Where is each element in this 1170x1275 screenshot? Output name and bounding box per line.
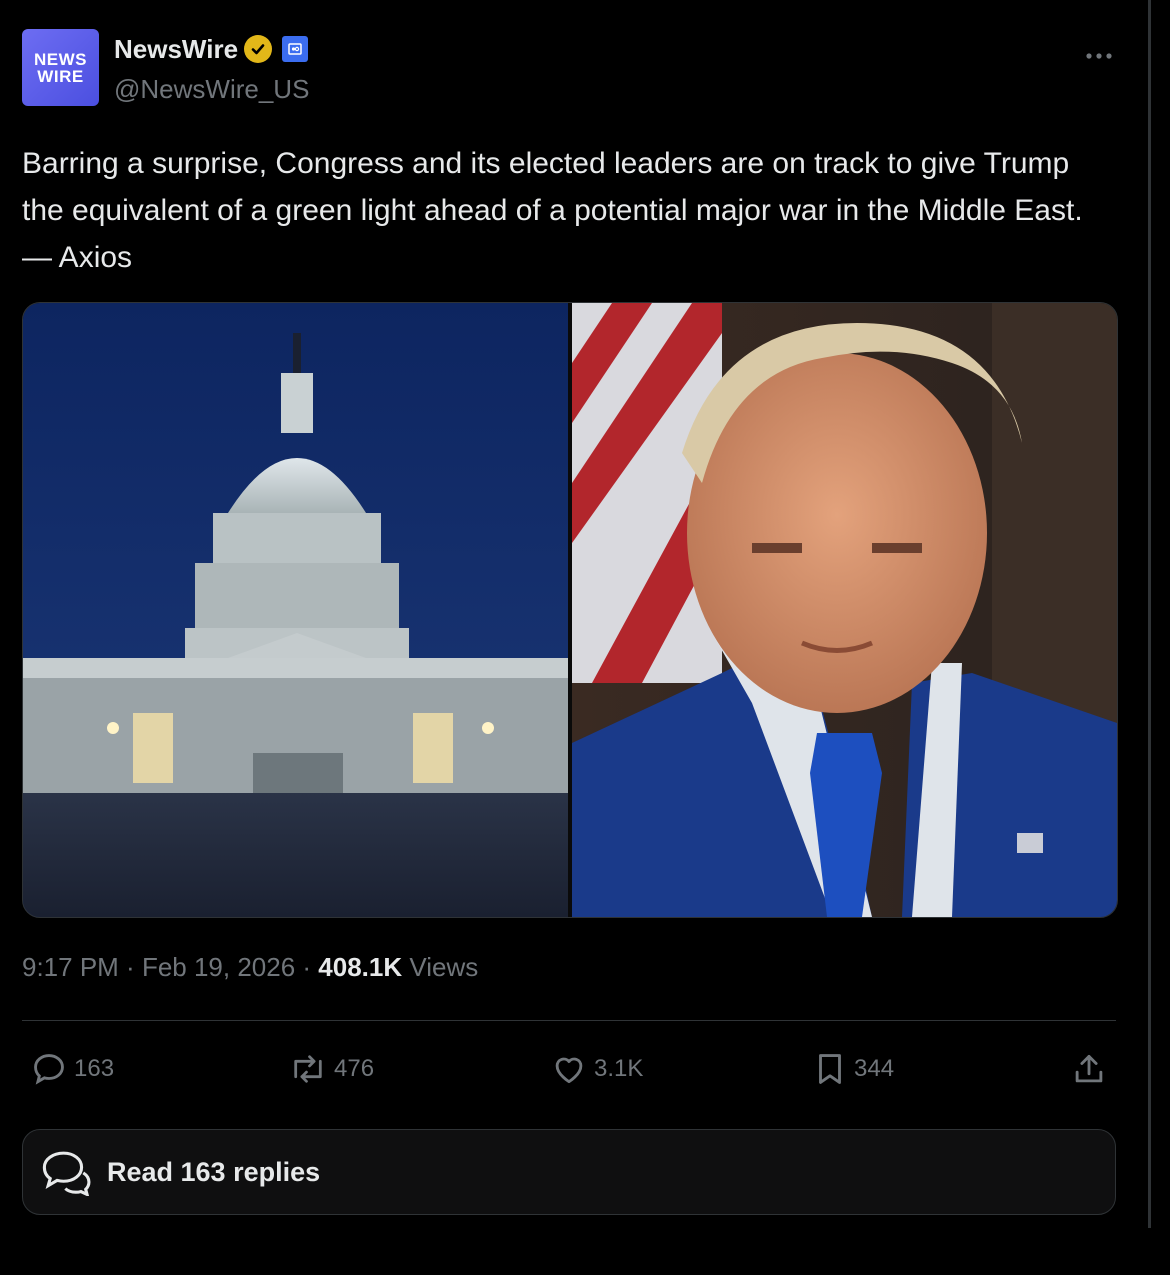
more-options-icon[interactable] — [1084, 37, 1114, 68]
tweet-text: Barring a surprise, Congress and its ele… — [22, 147, 1083, 274]
meta-separator: · — [118, 952, 142, 982]
action-bar: 163 476 3.1K 344 — [22, 1046, 1116, 1092]
conversation-icon — [42, 1151, 91, 1196]
like-count: 3.1K — [594, 1055, 644, 1082]
affiliate-badge-icon[interactable] — [282, 36, 309, 62]
verified-badge-icon[interactable] — [244, 35, 273, 63]
user-handle[interactable]: @NewsWire_US — [114, 74, 309, 105]
divider — [22, 1020, 1116, 1021]
tweet-header: NEWS WIRE NewsWire @NewsWire_US — [22, 29, 1122, 109]
reply-icon — [34, 1054, 64, 1085]
views-count[interactable]: 408.1K — [318, 952, 402, 982]
display-name[interactable]: NewsWire — [114, 34, 238, 65]
meta-separator: · — [295, 952, 319, 982]
tweet-date[interactable]: Feb 19, 2026 — [142, 952, 295, 982]
bookmark-icon — [819, 1054, 841, 1084]
tweet-media[interactable] — [22, 302, 1118, 918]
reply-button[interactable]: 163 — [30, 1046, 114, 1092]
views-label: Views — [402, 952, 479, 982]
bookmark-count: 344 — [854, 1055, 895, 1082]
capitol-photo[interactable] — [23, 303, 568, 917]
repost-count: 476 — [334, 1055, 375, 1082]
name-row: NewsWire — [114, 33, 309, 65]
share-icon — [1075, 1054, 1103, 1083]
repost-icon — [294, 1055, 322, 1083]
read-replies-label: Read 163 replies — [107, 1156, 321, 1187]
bookmark-button[interactable]: 344 — [812, 1046, 894, 1092]
avatar-text-line1: NEWS — [34, 49, 87, 69]
share-button[interactable] — [1070, 1046, 1114, 1092]
read-replies-button[interactable]: Read 163 replies — [22, 1129, 1116, 1215]
reply-count: 163 — [74, 1055, 115, 1082]
tweet-metadata: 9:17 PM · Feb 19, 2026 · 408.1K Views — [22, 952, 478, 983]
portrait-photo[interactable] — [572, 303, 1117, 917]
avatar[interactable]: NEWS WIRE — [22, 29, 99, 106]
timeline-border — [1148, 0, 1151, 1228]
avatar-text-line2: WIRE — [37, 66, 84, 86]
like-button[interactable]: 3.1K — [550, 1046, 643, 1092]
repost-button[interactable]: 476 — [288, 1046, 374, 1092]
tweet-time[interactable]: 9:17 PM — [22, 952, 119, 982]
heart-icon — [555, 1057, 583, 1084]
